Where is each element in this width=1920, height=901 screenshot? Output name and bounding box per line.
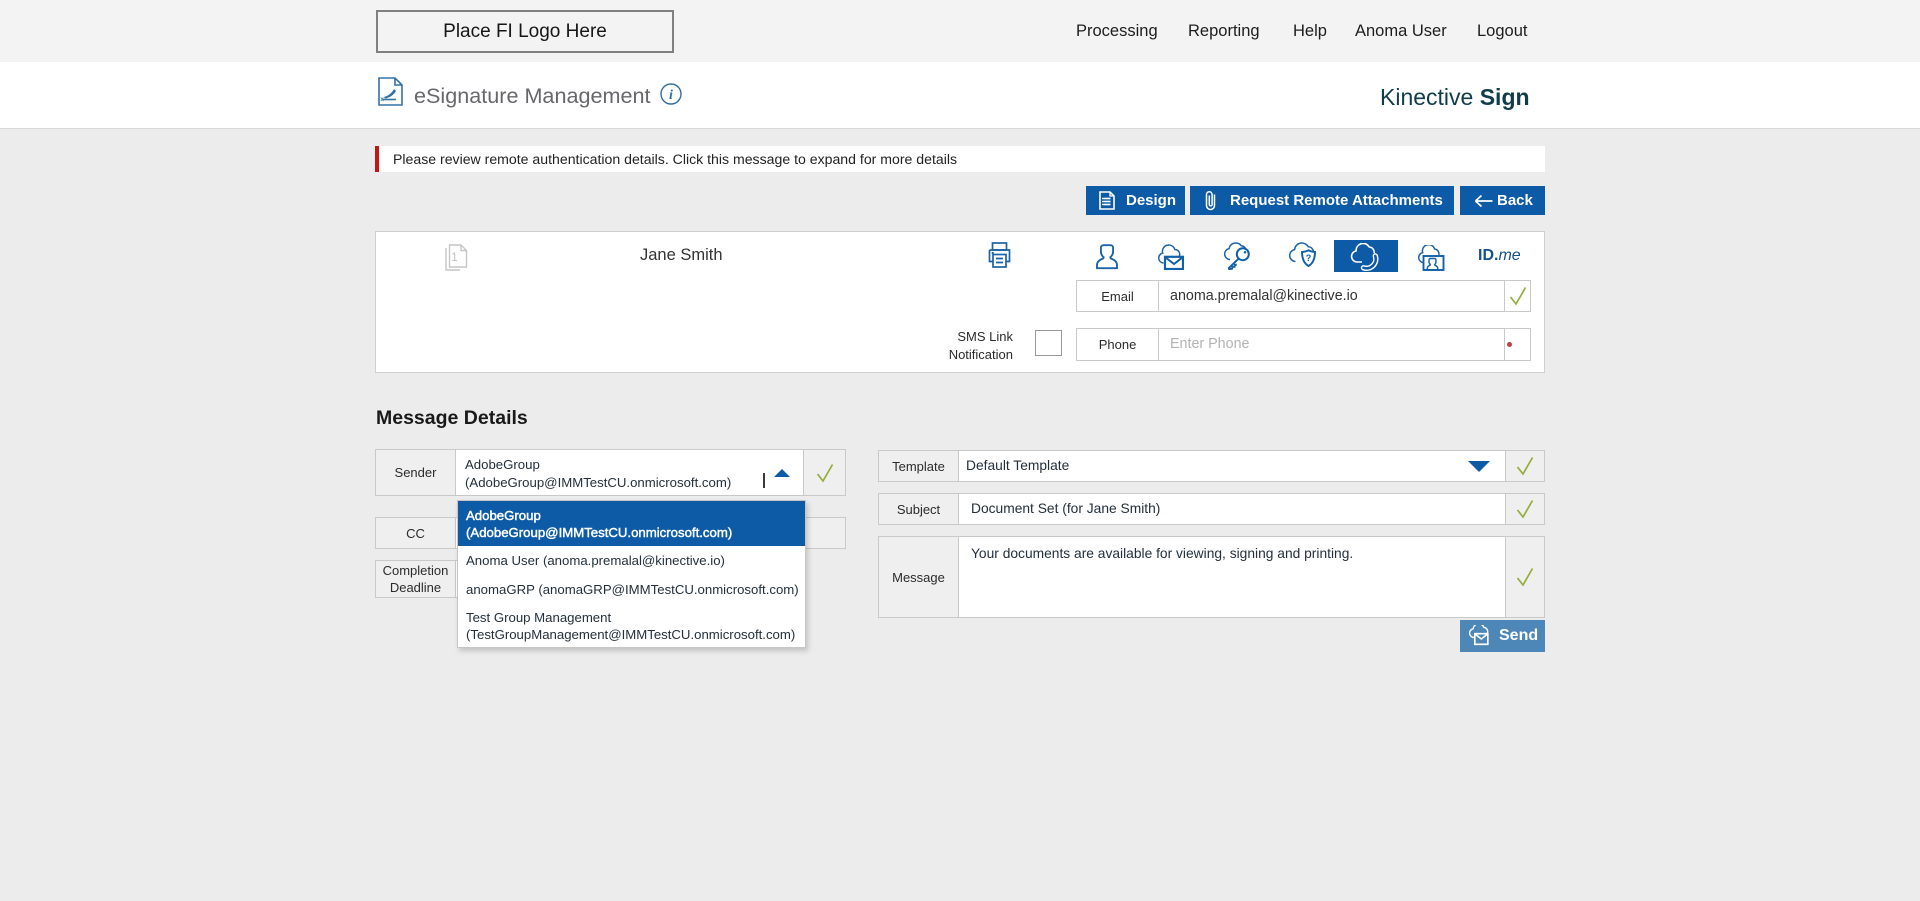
svg-text:1: 1 xyxy=(451,250,458,264)
svg-text:i: i xyxy=(669,88,673,103)
svg-text:?: ? xyxy=(1306,253,1312,263)
